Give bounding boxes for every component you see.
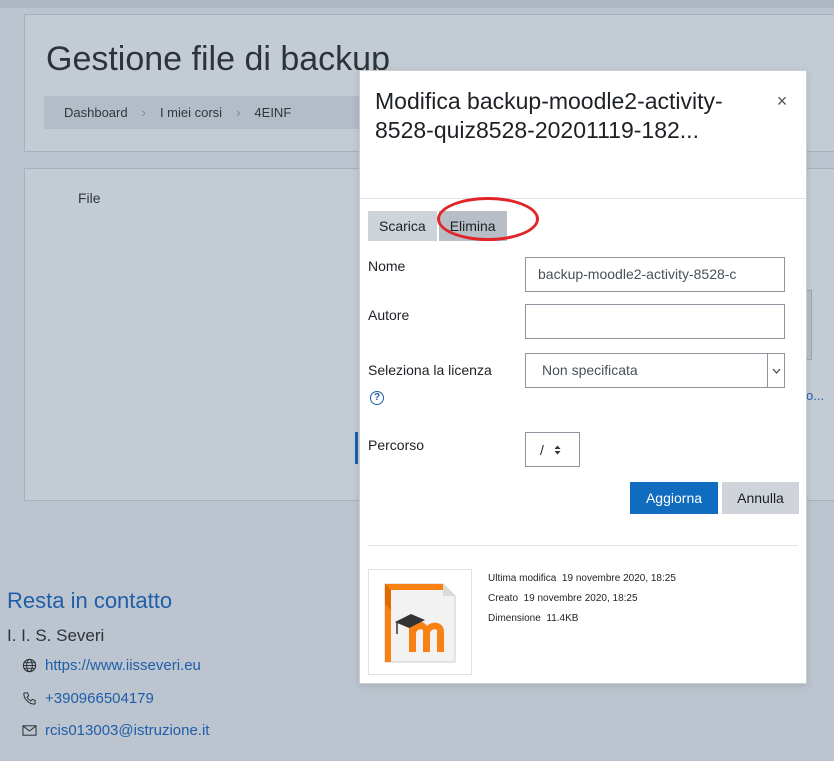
- globe-icon: [22, 658, 37, 673]
- breadcrumb-separator: ›: [141, 105, 146, 120]
- footer-title: Resta in contatto: [7, 588, 173, 613]
- breadcrumb-item-dashboard[interactable]: Dashboard: [64, 105, 142, 120]
- download-button[interactable]: Scarica: [368, 211, 437, 241]
- author-label: Autore: [368, 307, 410, 323]
- close-icon[interactable]: ×: [774, 92, 790, 110]
- modified-label: Ultima modifica: [488, 573, 557, 584]
- footer-email-link[interactable]: rcis013003@istruzione.it: [45, 722, 209, 739]
- created-value: 19 novembre 2020, 18:25: [523, 593, 638, 604]
- dialog-title: Modifica backup-moodle2-activity-8528-qu…: [375, 88, 723, 143]
- breadcrumb: Dashboard › I miei corsi › 4EINF: [44, 96, 364, 129]
- license-label: Seleziona la licenza: [368, 362, 492, 378]
- top-strip: [0, 0, 834, 8]
- breadcrumb-item-courses[interactable]: I miei corsi: [160, 105, 236, 120]
- breadcrumb-separator: ›: [236, 105, 241, 120]
- envelope-icon: [22, 725, 37, 736]
- question-circle-icon[interactable]: ?: [370, 391, 384, 405]
- dialog-header: Modifica backup-moodle2-activity-8528-qu…: [360, 71, 806, 199]
- phone-icon: [23, 692, 36, 705]
- size-value: 11.4KB: [546, 613, 579, 624]
- background-file-name[interactable]: o...: [806, 388, 824, 403]
- cancel-button[interactable]: Annulla: [722, 482, 799, 514]
- edit-file-dialog: Modifica backup-moodle2-activity-8528-qu…: [359, 70, 807, 684]
- file-preview: [368, 569, 472, 675]
- license-select[interactable]: Non specificata: [525, 353, 785, 388]
- footer-website-link[interactable]: https://www.iisseveri.eu: [45, 657, 201, 674]
- footer-email-row[interactable]: rcis013003@istruzione.it: [22, 722, 209, 739]
- footer-phone-row[interactable]: +390966504179: [22, 690, 154, 707]
- modified-value: 19 novembre 2020, 18:25: [561, 573, 676, 584]
- footer-org: I. I. S. Severi: [7, 626, 105, 645]
- sort-arrows-icon: [554, 445, 561, 454]
- page-title: Gestione file di backup: [46, 40, 390, 78]
- size-meta: Dimensione 11.4KB: [488, 613, 578, 624]
- delete-button[interactable]: Elimina: [438, 211, 507, 241]
- license-selected-value: Non specificata: [542, 362, 638, 378]
- created-meta: Creato 19 novembre 2020, 18:25: [488, 593, 638, 604]
- update-button[interactable]: Aggiorna: [630, 482, 718, 514]
- selected-file-marker: [355, 432, 358, 464]
- size-label: Dimensione: [488, 613, 541, 624]
- footer-phone-link[interactable]: +390966504179: [45, 690, 154, 707]
- author-field[interactable]: [525, 304, 785, 339]
- created-label: Creato: [488, 593, 519, 604]
- breadcrumb-item-course[interactable]: 4EINF: [254, 105, 305, 120]
- path-label: Percorso: [368, 437, 425, 453]
- moodle-backup-file-icon: [384, 583, 456, 663]
- name-field[interactable]: backup-moodle2-activity-8528-c: [525, 257, 785, 292]
- footer-website-row[interactable]: https://www.iisseveri.eu: [22, 657, 201, 674]
- chevron-down-icon: [767, 354, 784, 387]
- path-select[interactable]: /: [525, 432, 580, 467]
- file-column-label: File: [78, 190, 101, 206]
- modified-meta: Ultima modifica 19 novembre 2020, 18:25: [488, 573, 676, 584]
- file-action-tabs: Scarica Elimina: [368, 211, 507, 241]
- path-selected-value: /: [540, 441, 544, 458]
- name-label: Nome: [368, 258, 406, 274]
- dialog-divider: [368, 545, 798, 546]
